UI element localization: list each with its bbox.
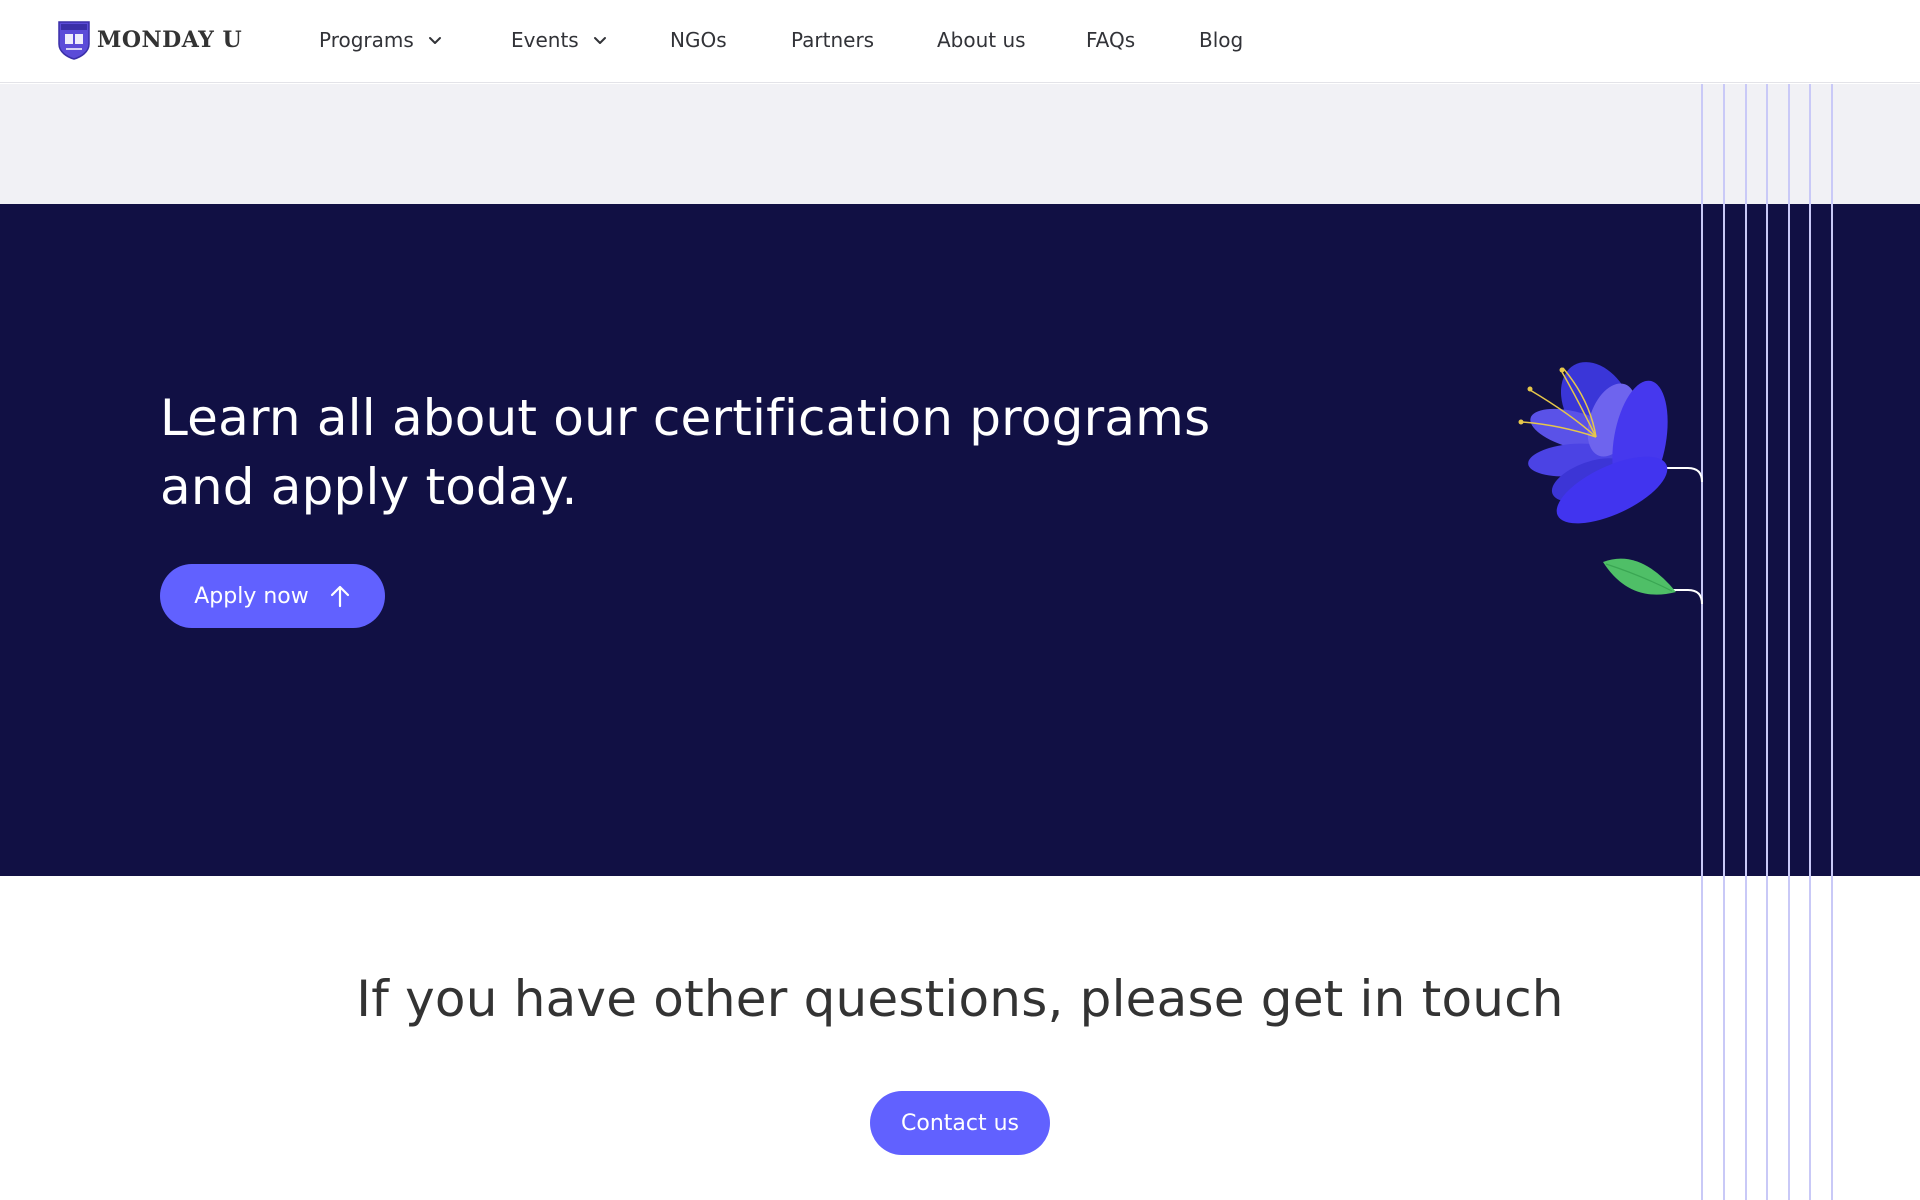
hero-title: Learn all about our certification progra…: [160, 384, 1260, 522]
nav-partners[interactable]: Partners: [791, 26, 874, 54]
contact-us-button[interactable]: Contact us: [870, 1091, 1050, 1155]
contact-us-label: Contact us: [901, 1110, 1019, 1136]
nav-about-us-label: About us: [937, 28, 1026, 52]
apply-now-label: Apply now: [194, 583, 309, 609]
page: MONDAY U Programs Events NGOs Partners A…: [0, 0, 1920, 1200]
nav-about-us[interactable]: About us: [937, 26, 1026, 54]
top-strip: [0, 84, 1920, 204]
apply-now-button[interactable]: Apply now: [160, 564, 385, 628]
logo-text: MONDAY U: [97, 27, 243, 53]
nav-events[interactable]: Events: [511, 26, 607, 54]
logo[interactable]: MONDAY U: [57, 20, 242, 60]
nav-ngos-label: NGOs: [670, 28, 727, 52]
hero-title-line2: and apply today.: [160, 458, 578, 516]
chevron-down-icon: [428, 36, 441, 44]
chevron-down-icon: [593, 36, 606, 44]
contact-title: If you have other questions, please get …: [356, 970, 1564, 1028]
hero-title-line1: Learn all about our certification progra…: [160, 389, 1211, 447]
nav-ngos[interactable]: NGOs: [670, 26, 727, 54]
nav-faqs[interactable]: FAQs: [1086, 26, 1135, 54]
nav-partners-label: Partners: [791, 28, 875, 52]
nav-programs[interactable]: Programs: [319, 26, 442, 54]
nav-events-label: Events: [511, 28, 579, 52]
arrow-up-icon: [330, 585, 349, 608]
hero-section: Learn all about our certification progra…: [0, 204, 1920, 876]
top-navbar: MONDAY U Programs Events NGOs Partners A…: [0, 0, 1920, 83]
nav-blog-label: Blog: [1199, 28, 1244, 52]
nav-blog[interactable]: Blog: [1199, 26, 1243, 54]
monday-u-shield-icon: [58, 21, 90, 60]
nav-faqs-label: FAQs: [1086, 28, 1136, 52]
nav-programs-label: Programs: [319, 28, 414, 52]
